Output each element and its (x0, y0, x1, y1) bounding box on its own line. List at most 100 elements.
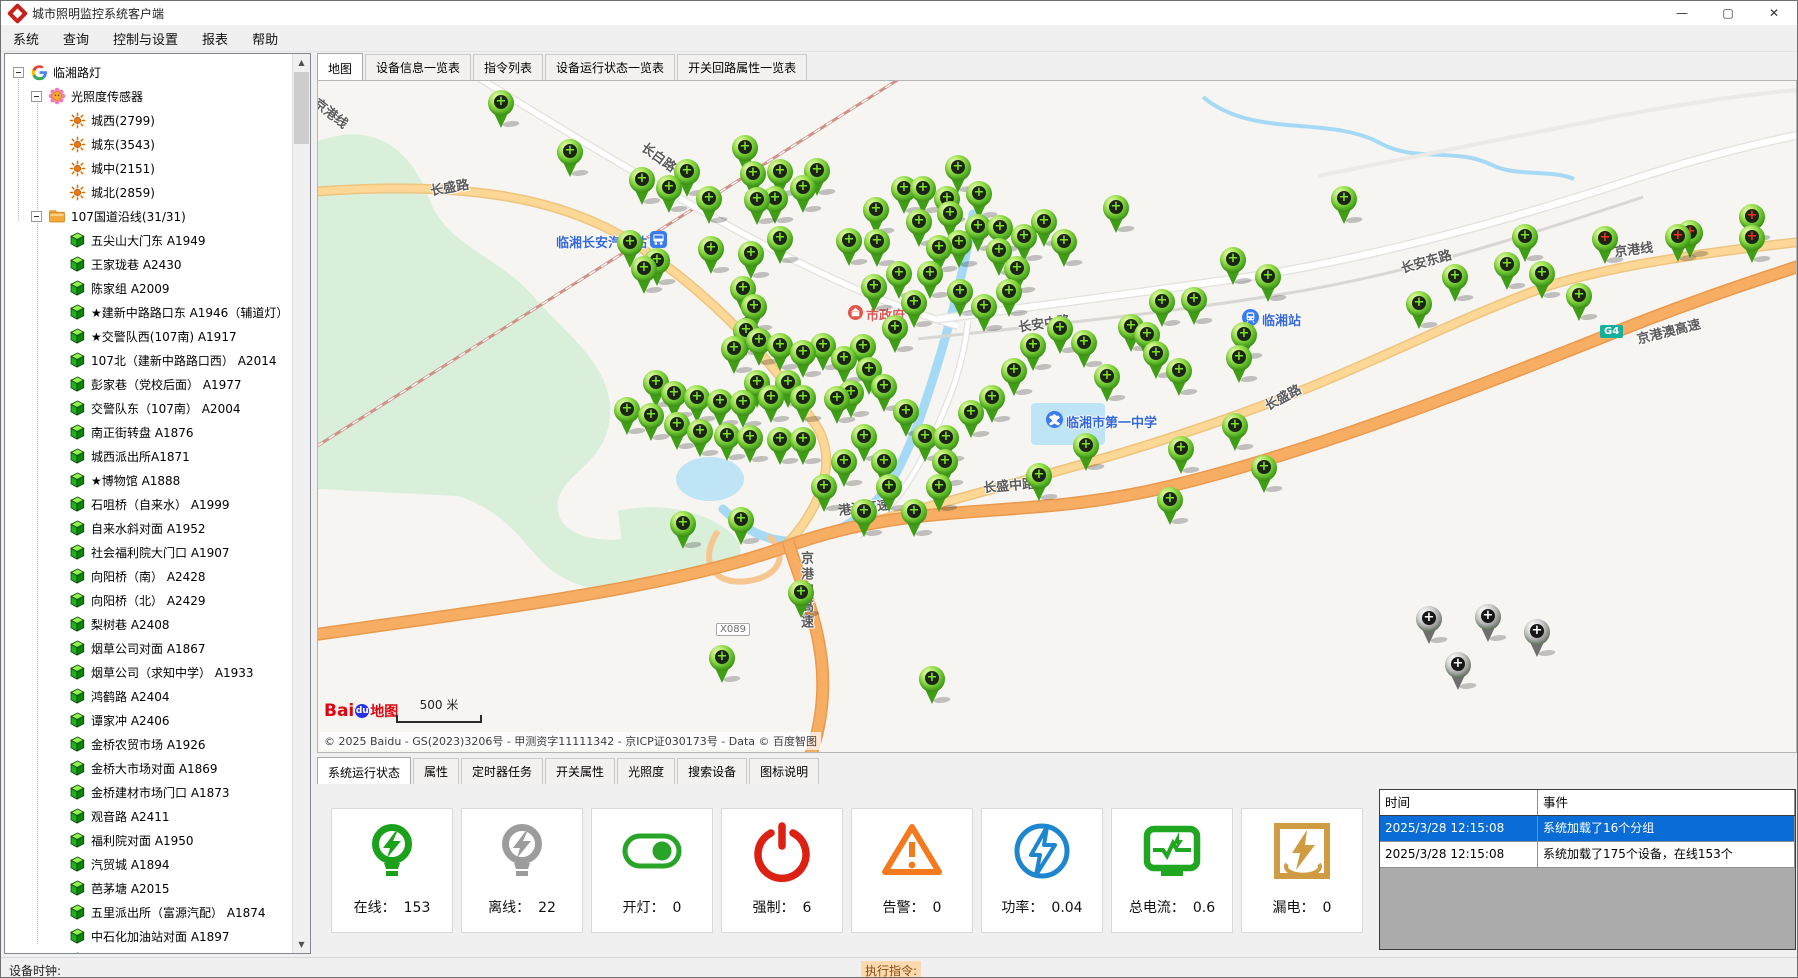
tree-item-1-26[interactable]: 汽贸城 A1894 (5, 852, 293, 876)
tree-item-1-1[interactable]: 王家珑巷 A2430 (5, 252, 293, 276)
device-pin-online[interactable]: + (1157, 487, 1185, 527)
tree-item-0-0[interactable]: 城西(2799) (5, 108, 293, 132)
tree-item-1-22[interactable]: 金桥大市场对面 A1869 (5, 756, 293, 780)
device-pin-online[interactable]: + (638, 403, 666, 443)
device-pin-online[interactable]: + (767, 226, 795, 266)
device-pin-online[interactable]: + (1220, 247, 1248, 287)
device-pin-online[interactable]: + (557, 139, 585, 179)
device-pin-online[interactable]: + (728, 507, 756, 547)
tree-group-0[interactable]: 光照度传感器 (5, 84, 293, 108)
tree-item-1-0[interactable]: 五尖山大门东 A1949 (5, 228, 293, 252)
device-pin-online[interactable]: + (788, 580, 816, 620)
device-pin-online[interactable]: + (1331, 186, 1359, 226)
device-pin-online[interactable]: + (670, 511, 698, 551)
panel-tab-5[interactable]: 搜索设备 (677, 758, 747, 784)
maximize-button[interactable]: ▢ (1705, 1, 1751, 25)
device-pin-online[interactable]: + (1406, 291, 1434, 331)
tree-item-1-28[interactable]: 五里派出所（富源汽配） A1874 (5, 900, 293, 924)
tree-item-1-2[interactable]: 陈家组 A2009 (5, 276, 293, 300)
device-pin-offline[interactable]: + (1416, 606, 1444, 646)
panel-tab-0[interactable]: 系统运行状态 (317, 757, 411, 785)
minimize-button[interactable]: — (1659, 1, 1705, 25)
tree-item-1-10[interactable]: ★博物馆 A1888 (5, 468, 293, 492)
panel-tab-6[interactable]: 图标说明 (749, 758, 819, 784)
scroll-down-arrow[interactable]: ▼ (293, 936, 310, 953)
device-pin-online[interactable]: + (901, 499, 929, 539)
panel-tab-4[interactable]: 光照度 (617, 758, 675, 784)
device-pin-online[interactable]: + (1226, 345, 1254, 385)
tree-item-1-27[interactable]: 芭茅塘 A2015 (5, 876, 293, 900)
tree-item-0-2[interactable]: 城中(2151) (5, 156, 293, 180)
device-pin-online[interactable]: + (744, 187, 772, 227)
map-tab-0[interactable]: 地图 (317, 53, 363, 81)
device-pin-online[interactable]: + (919, 666, 947, 706)
tree-item-1-30[interactable] (5, 948, 293, 953)
tree-item-0-1[interactable]: 城东(3543) (5, 132, 293, 156)
device-pin-offline[interactable]: + (1475, 604, 1503, 644)
device-pin-online[interactable]: + (1166, 358, 1194, 398)
tree-item-1-18[interactable]: 烟草公司（求知中学） A1933 (5, 660, 293, 684)
device-pin-online[interactable]: + (656, 175, 684, 215)
scroll-up-arrow[interactable]: ▲ (293, 54, 310, 71)
device-pin-online[interactable]: + (737, 425, 765, 465)
tree-item-1-19[interactable]: 鸿鹤路 A2404 (5, 684, 293, 708)
tree-item-1-23[interactable]: 金桥建材市场门口 A1873 (5, 780, 293, 804)
map-tab-3[interactable]: 设备运行状态一览表 (545, 54, 675, 80)
tree-expander[interactable] (31, 91, 42, 102)
tree-item-1-25[interactable]: 福利院对面 A1950 (5, 828, 293, 852)
menu-item-1[interactable]: 查询 (51, 25, 101, 52)
device-pin-online[interactable]: + (1442, 264, 1470, 304)
device-pin-online[interactable]: + (1529, 261, 1557, 301)
tree-item-1-7[interactable]: 交警队东（107南） A2004 (5, 396, 293, 420)
device-pin-online[interactable]: + (851, 499, 879, 539)
event-row[interactable]: 2025/3/28 12:15:08系统加载了175个设备，在线153个 (1380, 842, 1795, 868)
event-row[interactable]: 2025/3/28 12:15:08系统加载了16个分组 (1380, 816, 1795, 842)
device-pin-online[interactable]: + (1222, 413, 1250, 453)
tree-item-1-11[interactable]: 石咀桥（自来水） A1999 (5, 492, 293, 516)
tree-item-1-12[interactable]: 自来水斜对面 A1952 (5, 516, 293, 540)
device-pin-online[interactable]: + (790, 175, 818, 215)
device-pin-online[interactable]: + (876, 474, 904, 514)
tree-item-1-24[interactable]: 观音路 A2411 (5, 804, 293, 828)
device-pin-online[interactable]: + (1051, 229, 1079, 269)
device-pin-online[interactable]: + (1255, 264, 1283, 304)
device-pin-online[interactable]: + (790, 427, 818, 467)
menu-item-4[interactable]: 帮助 (240, 25, 290, 52)
device-pin-online[interactable]: + (738, 241, 766, 281)
tree-group-1[interactable]: 107国道沿线(31/31) (5, 204, 293, 228)
device-pin-offline[interactable]: + (1445, 652, 1473, 692)
close-button[interactable]: ✕ (1751, 1, 1797, 25)
device-pin-online[interactable]: + (1251, 455, 1279, 495)
device-pin-online[interactable]: + (824, 386, 852, 426)
tree-expander[interactable] (13, 67, 24, 78)
device-pin-online[interactable]: + (926, 474, 954, 514)
tree-root[interactable]: 临湘路灯 (5, 60, 293, 84)
tree-item-1-15[interactable]: 向阳桥（北） A2429 (5, 588, 293, 612)
device-pin-online[interactable]: + (1103, 195, 1131, 235)
tree-item-1-16[interactable]: 梨树巷 A2408 (5, 612, 293, 636)
panel-tab-1[interactable]: 属性 (413, 758, 459, 784)
device-pin-online[interactable]: + (1026, 463, 1054, 503)
panel-tab-3[interactable]: 开关属性 (545, 758, 615, 784)
menu-item-0[interactable]: 系统 (1, 25, 51, 52)
device-pin-online[interactable]: + (861, 274, 889, 314)
device-pin-online[interactable]: + (709, 645, 737, 685)
tree-item-1-3[interactable]: ★建新中路路口东 A1946（辅道灯） (5, 300, 293, 324)
tree-item-1-20[interactable]: 谭家冲 A2406 (5, 708, 293, 732)
tree-item-1-29[interactable]: 中石化加油站对面 A1897 (5, 924, 293, 948)
device-pin-online[interactable]: + (836, 228, 864, 268)
device-pin-online[interactable]: + (958, 400, 986, 440)
panel-tab-2[interactable]: 定时器任务 (461, 758, 543, 784)
device-pin-online[interactable]: + (696, 186, 724, 226)
device-pin-alarm[interactable]: + (1592, 226, 1620, 266)
map-tab-4[interactable]: 开关回路属性一览表 (677, 54, 807, 80)
tree-item-1-9[interactable]: 城西派出所A1871 (5, 444, 293, 468)
map-tab-1[interactable]: 设备信息一览表 (365, 54, 471, 80)
tree-expander[interactable] (31, 211, 42, 222)
device-pin-online[interactable]: + (1494, 252, 1522, 292)
map-canvas[interactable]: 长盛路长白路长盛路长安中路长安东路长盛路长盛中路港澳高速京港澳高速京港线京港线京… (317, 80, 1797, 753)
tree-item-1-21[interactable]: 金桥农贸市场 A1926 (5, 732, 293, 756)
tree-item-1-14[interactable]: 向阳桥（南） A2428 (5, 564, 293, 588)
device-pin-online[interactable]: + (971, 294, 999, 334)
tree-item-0-3[interactable]: 城北(2859) (5, 180, 293, 204)
